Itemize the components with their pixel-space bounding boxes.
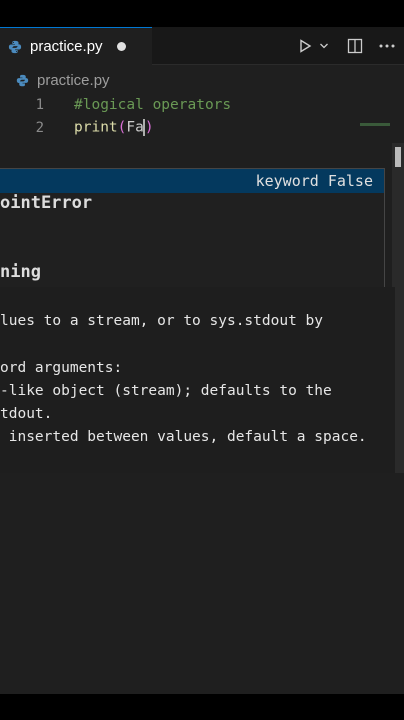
close-paren: )	[144, 119, 154, 136]
suggestion-label: ointError	[0, 193, 93, 213]
tab-label: practice.py	[30, 38, 103, 55]
top-letterbox	[0, 0, 404, 27]
suggestion-label: ning	[0, 262, 41, 282]
hover-documentation: lues to a stream, or to sys.stdout by or…	[0, 287, 395, 473]
suggestion-item[interactable]: ning	[0, 260, 384, 284]
more-actions-icon[interactable]	[370, 35, 404, 57]
scrollbar-thumb[interactable]	[395, 147, 401, 167]
run-play-icon[interactable]	[294, 35, 316, 57]
line-number: 1	[35, 96, 44, 113]
comment-text: #logical operators	[74, 96, 232, 113]
suggestion-item[interactable]: ointError	[0, 191, 384, 215]
code-line-2[interactable]: 2 print(Fa)	[0, 116, 404, 139]
code-statement: print(Fa)	[74, 119, 154, 136]
suggestion-detail: keyword False	[255, 172, 373, 190]
python-file-icon	[16, 74, 29, 86]
line-number: 2	[35, 119, 44, 136]
doc-line: lues to a stream, or to sys.stdout by	[0, 313, 324, 329]
chevron-down-icon[interactable]	[316, 35, 332, 57]
breadcrumb[interactable]: practice.py	[0, 65, 404, 95]
doc-line: tdout.	[0, 406, 53, 422]
doc-line: inserted between values, default a space…	[0, 429, 367, 445]
breadcrumb-filename: practice.py	[37, 71, 110, 89]
suggestion-selected[interactable]: keyword False	[0, 169, 384, 193]
suggest-widget: keyword False ointError ning	[0, 168, 385, 288]
editor-actions	[294, 27, 404, 65]
code-line-1[interactable]: 1 #logical operators	[0, 93, 404, 116]
tab-practice-py[interactable]: practice.py	[0, 27, 152, 65]
split-editor-icon[interactable]	[340, 35, 370, 57]
doc-line: -like object (stream); defaults to the	[0, 383, 332, 399]
typed-argument: Fa	[126, 119, 144, 136]
bottom-letterbox	[0, 694, 404, 720]
function-name: print	[74, 119, 118, 136]
python-file-icon	[8, 40, 22, 53]
doc-line: ord arguments:	[0, 360, 123, 376]
tab-bar: practice.py	[0, 27, 404, 65]
unsaved-dot-icon[interactable]	[117, 42, 126, 51]
vscode-window: practice.py practice.py 1 #logical opera…	[0, 27, 404, 694]
